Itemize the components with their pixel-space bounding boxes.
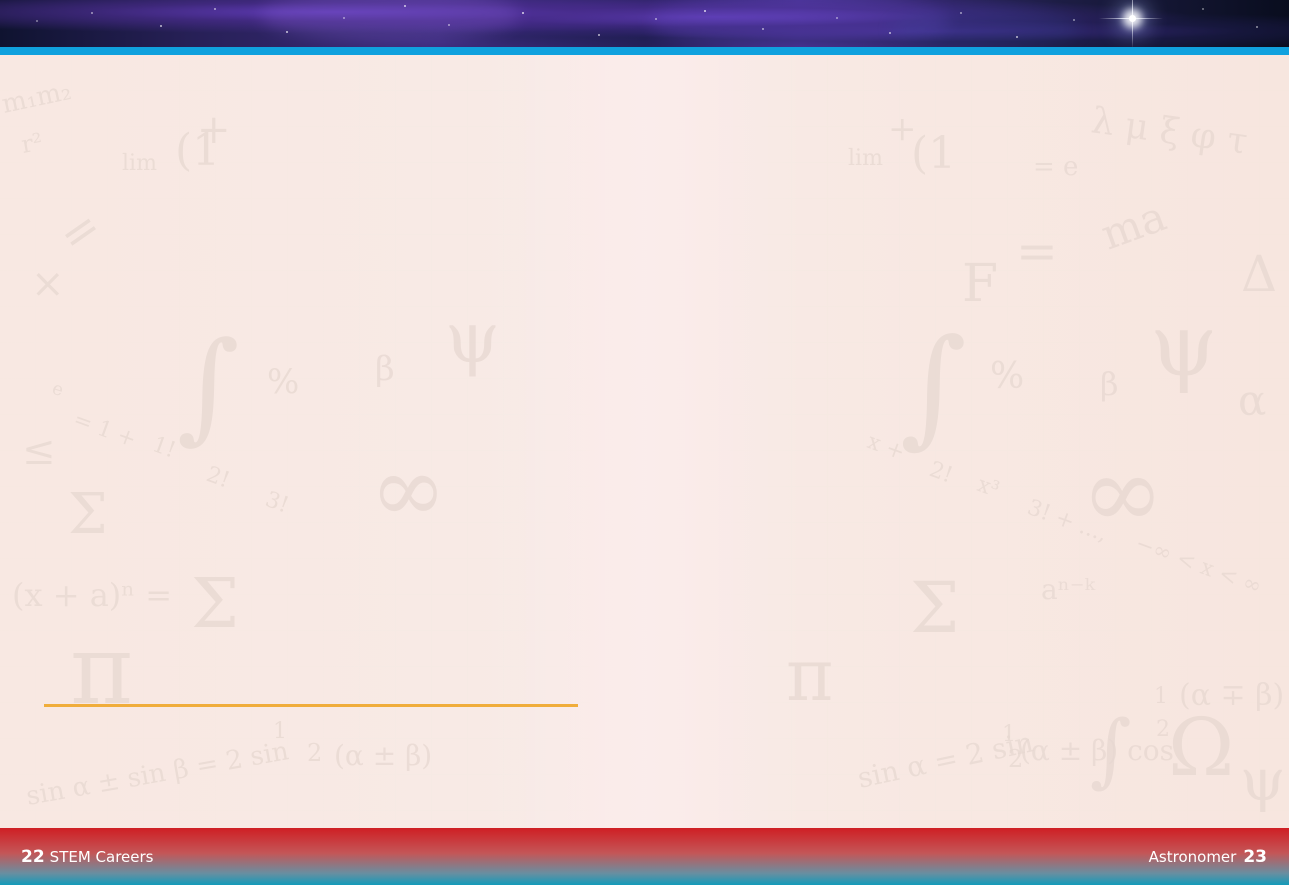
- blue-top-rule: [0, 47, 1289, 55]
- star: [448, 24, 450, 26]
- left-page-number: 22: [21, 847, 45, 867]
- star: [704, 10, 706, 12]
- star: [960, 12, 962, 14]
- star: [598, 34, 600, 36]
- star: [1016, 36, 1018, 38]
- left-page-section-label: STEM Careers: [49, 848, 154, 866]
- star: [1073, 19, 1075, 21]
- page-footer: 22 STEM Careers Astronomer 23: [0, 828, 1289, 885]
- star: [343, 17, 345, 19]
- orange-accent-rule: [44, 704, 578, 707]
- star: [762, 28, 764, 30]
- star: [286, 31, 288, 33]
- star: [522, 12, 524, 14]
- star: [889, 32, 891, 34]
- right-page-number: 23: [1243, 847, 1267, 867]
- star: [36, 20, 38, 22]
- space-header-band: [0, 0, 1289, 48]
- book-spread: m₁m₂ r² lim (1 + = × ∫ e = 1 + 1! 2! 3! …: [0, 0, 1289, 885]
- star-core: [1129, 15, 1136, 22]
- left-page-footer: 22 STEM Careers: [21, 847, 154, 867]
- star: [404, 5, 406, 7]
- blue-nebula: [890, 8, 1080, 48]
- right-page-section-label: Astronomer: [1148, 848, 1237, 866]
- star: [1256, 26, 1258, 28]
- star: [836, 17, 838, 19]
- right-page-footer: Astronomer 23: [1149, 847, 1267, 867]
- star: [160, 25, 162, 27]
- star: [655, 18, 657, 20]
- star: [91, 12, 93, 14]
- star: [1202, 8, 1204, 10]
- graph-paper-background: [0, 55, 1289, 828]
- purple-nebula: [260, 0, 520, 42]
- bright-star-icon: [1099, 0, 1163, 48]
- star-ray: [1132, 0, 1133, 48]
- star: [214, 8, 216, 10]
